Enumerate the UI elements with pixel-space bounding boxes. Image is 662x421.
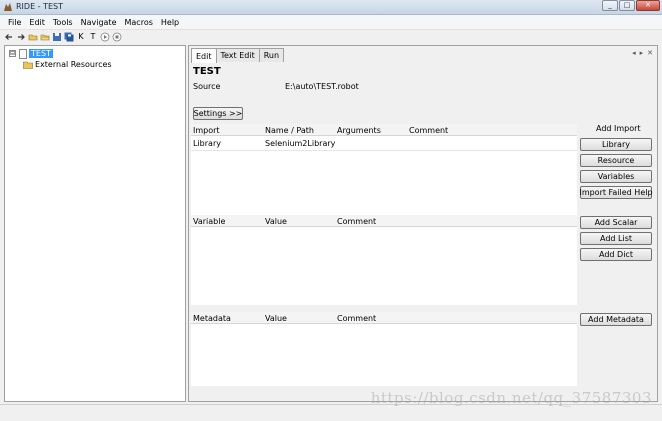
source-label: Source xyxy=(193,82,221,91)
title-bar: RIDE - TEST _ □ ✕ xyxy=(0,0,662,15)
menu-edit[interactable]: Edit xyxy=(25,18,49,27)
menu-file[interactable]: File xyxy=(4,18,25,27)
menu-navigate[interactable]: Navigate xyxy=(77,18,121,27)
column-header: Arguments xyxy=(337,126,381,135)
save-icon[interactable] xyxy=(52,32,62,42)
project-tree: ⊟ TEST External Resources xyxy=(4,45,186,402)
tab-close-icon[interactable]: ✕ xyxy=(647,49,653,57)
column-header: Comment xyxy=(409,126,449,135)
close-button[interactable]: ✕ xyxy=(636,0,660,11)
tab-text-edit[interactable]: Text Edit xyxy=(215,48,260,62)
menu-help[interactable]: Help xyxy=(157,18,183,27)
import-table-header: Import Name / Path Arguments Comment xyxy=(191,124,577,136)
forward-arrow-icon[interactable] xyxy=(16,32,26,42)
add-variables-button[interactable]: Variables xyxy=(580,170,652,183)
save-all-icon[interactable] xyxy=(64,32,74,42)
open-directory-icon[interactable] xyxy=(40,32,50,42)
column-header: Comment xyxy=(337,314,377,323)
tab-run[interactable]: Run xyxy=(258,48,285,62)
tree-item-label: External Resources xyxy=(35,60,112,69)
import-name-cell[interactable]: Selenium2Library xyxy=(265,139,335,148)
ride-app-icon xyxy=(4,3,12,11)
menu-bar: File Edit Tools Navigate Macros Help xyxy=(0,15,662,30)
column-header: Value xyxy=(265,314,287,323)
back-arrow-icon[interactable] xyxy=(4,32,14,42)
column-header: Name / Path xyxy=(265,126,314,135)
suite-file-icon xyxy=(19,48,27,59)
editor-panel: Edit Text Edit Run ◂ ▸ ✕ TEST Source E:\… xyxy=(188,45,658,402)
tab-edit[interactable]: Edit xyxy=(191,48,217,63)
column-header: Import xyxy=(193,126,220,135)
import-table[interactable]: Import Name / Path Arguments Comment Lib… xyxy=(191,124,577,216)
tab-left-icon[interactable]: ◂ xyxy=(632,49,636,57)
run-icon[interactable] xyxy=(100,32,110,42)
add-library-button[interactable]: Library xyxy=(580,138,652,151)
menu-tools[interactable]: Tools xyxy=(49,18,77,27)
open-folder-icon[interactable] xyxy=(28,32,38,42)
stop-icon[interactable] xyxy=(112,32,122,42)
add-dict-button[interactable]: Add Dict xyxy=(580,248,652,261)
suite-title: TEST xyxy=(193,66,221,77)
toolbar: K T xyxy=(0,30,662,44)
import-failed-help-button[interactable]: Import Failed Help xyxy=(579,186,653,199)
add-import-title: Add Import xyxy=(596,124,641,133)
tab-navigation: ◂ ▸ ✕ xyxy=(632,49,653,57)
add-list-button[interactable]: Add List xyxy=(580,232,652,245)
maximize-button[interactable]: □ xyxy=(619,0,635,11)
add-metadata-button[interactable]: Add Metadata xyxy=(580,313,652,326)
tree-item-label: TEST xyxy=(29,49,53,58)
column-header: Variable xyxy=(193,217,226,226)
add-resource-button[interactable]: Resource xyxy=(580,154,652,167)
column-header: Metadata xyxy=(193,314,231,323)
menu-macros[interactable]: Macros xyxy=(121,18,157,27)
search-tests-icon[interactable]: T xyxy=(88,32,98,42)
search-keywords-icon[interactable]: K xyxy=(76,32,86,42)
tree-item-external-resources[interactable]: External Resources xyxy=(23,59,112,70)
variable-table[interactable]: Variable Value Comment xyxy=(191,215,577,305)
metadata-table[interactable]: Metadata Value Comment xyxy=(191,312,577,386)
source-path: E:\auto\TEST.robot xyxy=(285,82,359,91)
window-title: RIDE - TEST xyxy=(16,2,64,11)
collapse-icon[interactable]: ⊟ xyxy=(9,50,16,57)
import-type-cell[interactable]: Library xyxy=(193,139,221,148)
column-header: Comment xyxy=(337,217,377,226)
settings-button[interactable]: Settings >> xyxy=(193,107,243,120)
variable-table-header: Variable Value Comment xyxy=(191,215,577,227)
column-header: Value xyxy=(265,217,287,226)
editor-tabs: Edit Text Edit Run xyxy=(191,48,285,63)
row-divider xyxy=(191,150,577,151)
add-scalar-button[interactable]: Add Scalar xyxy=(580,216,652,229)
minimize-button[interactable]: _ xyxy=(602,0,618,11)
watermark: https://blog.csdn.net/qq_37587303 xyxy=(370,389,652,407)
tab-right-icon[interactable]: ▸ xyxy=(640,49,644,57)
resources-folder-icon xyxy=(23,61,33,69)
metadata-table-header: Metadata Value Comment xyxy=(191,312,577,324)
tree-item-test[interactable]: ⊟ TEST xyxy=(9,48,53,59)
